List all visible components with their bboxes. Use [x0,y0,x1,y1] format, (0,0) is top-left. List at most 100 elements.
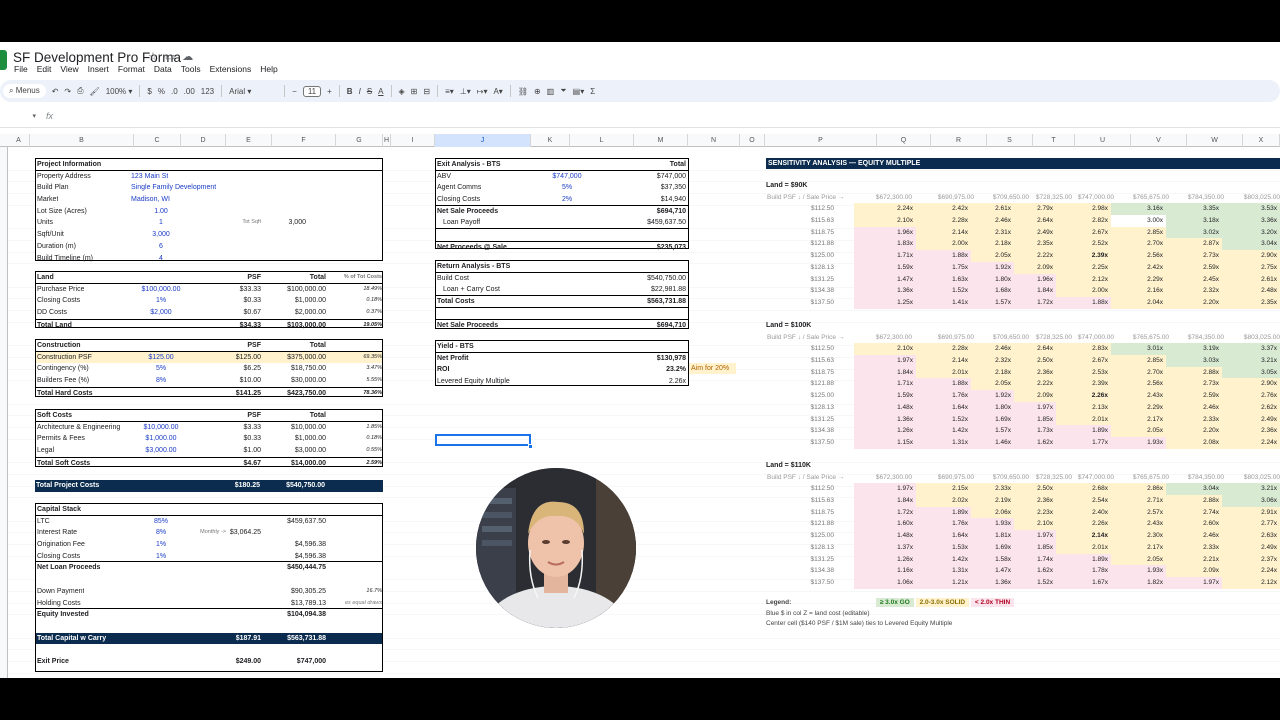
equity-multiple-cell[interactable]: 3.04x [1222,238,1280,251]
down-label[interactable]: Down Payment [37,586,84,598]
equity-multiple-cell[interactable]: 2.60x [1166,518,1222,531]
equity-multiple-cell[interactable]: 2.25x [1056,261,1111,274]
move-folder-icon[interactable]: ▭ [165,50,175,63]
equity-multiple-cell[interactable]: 2.28x [916,343,971,356]
selected-cell[interactable] [435,434,531,446]
project-label[interactable]: Lot Size (Acres) [37,206,87,218]
line-label[interactable]: Architecture & Engineering [37,422,120,434]
column-header-q[interactable]: Q [877,134,931,147]
line-input[interactable]: $125.00 [131,352,191,364]
menu-tools[interactable]: Tools [181,64,201,74]
equity-multiple-cell[interactable]: 2.33x [971,483,1014,496]
line-pct[interactable]: 1.85% [328,422,382,434]
project-value[interactable]: 6 [131,241,191,253]
strikethrough-icon[interactable]: S [367,87,372,96]
line-psf[interactable]: $1.00 [221,445,261,457]
roi-label[interactable]: ROI [437,364,449,376]
equity-multiple-cell[interactable]: 1.62x [1014,565,1056,577]
equity-multiple-cell[interactable]: 2.08x [1166,436,1222,449]
return-line-value[interactable]: $22,981.88 [586,284,686,296]
exit-total-header[interactable]: Total [586,159,686,171]
net-proceeds-value[interactable]: $235,073 [586,242,686,254]
equity-multiple-cell[interactable]: 2.12x [1222,576,1280,589]
equity-multiple-cell[interactable]: 2.04x [1111,296,1166,309]
line-psf[interactable]: $125.00 [221,352,261,364]
line-input[interactable]: $100,000.00 [131,284,191,296]
equity-multiple-cell[interactable]: 3.20x [1222,226,1280,239]
line-input[interactable]: $2,000 [131,307,191,319]
equity-multiple-cell[interactable]: 2.59x [1166,390,1222,402]
equity-multiple-cell[interactable]: 2.33x [1166,413,1222,426]
column-header-a[interactable]: A [8,134,30,147]
equity-multiple-cell[interactable]: 3.37x [1222,343,1280,356]
equity-multiple-cell[interactable]: 1.31x [916,565,971,577]
equity-multiple-cell[interactable]: 1.83x [854,238,916,251]
equity-multiple-cell[interactable]: 2.00x [916,238,971,251]
equity-multiple-cell[interactable]: 1.76x [916,518,971,531]
equity-multiple-cell[interactable]: 1.59x [854,261,916,274]
equity-multiple-cell[interactable]: 1.57x [971,425,1014,437]
exit-line-label[interactable]: ABV [437,171,451,183]
line-total[interactable]: $3,000.00 [266,445,326,457]
project-label[interactable]: Build Plan [37,182,69,194]
total-value[interactable]: $14,000.00 [266,458,326,470]
loan-payoff-value[interactable]: $459,637.50 [586,217,686,229]
line-pct[interactable]: 0.18% [328,433,382,445]
equity-multiple-cell[interactable]: 2.43x [1111,518,1166,531]
menu-insert[interactable]: Insert [88,64,109,74]
equity-multiple-cell[interactable]: 1.97x [854,483,916,496]
column-header-i[interactable]: I [391,134,435,147]
equity-multiple-cell[interactable]: 2.09x [1014,261,1056,274]
filter-icon[interactable]: ⏷ [560,86,566,96]
rate-input[interactable]: 8% [131,527,191,539]
borders-icon[interactable]: ⊞ [411,87,418,96]
equity-multiple-cell[interactable]: 2.14x [1056,530,1111,542]
equity-multiple-cell[interactable]: 1.36x [971,576,1014,589]
net-loan-label[interactable]: Net Loan Proceeds [37,562,100,574]
project-label[interactable]: Units [37,217,53,229]
equity-multiple-cell[interactable]: 3.19x [1166,343,1222,356]
line-input[interactable]: $1,000.00 [131,433,191,445]
equity-multiple-cell[interactable]: 2.85x [1111,355,1166,367]
project-label[interactable]: Property Address [37,171,91,183]
column-header-d[interactable]: D [181,134,226,147]
total-pct[interactable]: 19.05% [328,320,382,332]
equity-multiple-cell[interactable]: 2.29x [1111,273,1166,286]
line-input[interactable]: 1% [131,295,191,307]
equity-multiple-cell[interactable]: 1.42x [916,553,971,566]
equity-multiple-cell[interactable]: 1.58x [971,553,1014,566]
equity-multiple-cell[interactable]: 2.70x [1111,238,1166,251]
equity-multiple-cell[interactable]: 2.36x [1014,495,1056,507]
project-value[interactable]: 1 [131,217,191,229]
equity-multiple-cell[interactable]: 1.89x [916,506,971,519]
text-wrapping-icon[interactable]: ↦▾ [477,87,488,96]
line-pct[interactable]: 0.55% [328,445,382,457]
line-psf[interactable]: $10.00 [221,375,261,387]
equity-multiple-cell[interactable]: 2.64x [1014,215,1056,227]
equity-multiple-cell[interactable]: 2.59x [1166,261,1222,274]
equity-multiple-cell[interactable]: 1.88x [1056,296,1111,309]
equity-multiple-cell[interactable]: 1.89x [1056,553,1111,566]
menu-help[interactable]: Help [260,64,277,74]
paint-format-icon[interactable]: 🖌 [90,87,100,96]
equity-multiple-cell[interactable]: 1.97x [1014,530,1056,542]
equity-multiple-cell[interactable]: 1.60x [854,518,916,531]
project-label[interactable]: Sqft/Unit [37,229,64,241]
line-label[interactable]: Closing Costs [37,295,80,307]
equity-multiple-cell[interactable]: 3.21x [1222,355,1280,367]
project-value[interactable]: 123 Main St [131,171,168,183]
equity-multiple-cell[interactable]: 2.05x [1111,425,1166,437]
exit-price-psf[interactable]: $249.00 [221,656,261,668]
equity-multiple-cell[interactable]: 1.48x [854,530,916,542]
equity-multiple-cell[interactable]: 2.01x [916,366,971,379]
insert-link-icon[interactable]: ⛓ [518,87,528,96]
equity-multiple-cell[interactable]: 2.46x [971,215,1014,227]
equity-multiple-cell[interactable]: 2.24x [854,203,916,216]
equity-multiple-cell[interactable]: 1.72x [854,506,916,519]
line-pct[interactable]: 18.49% [328,284,382,296]
equity-multiple-cell[interactable]: 1.72x [1014,296,1056,309]
project-label[interactable]: Project Information [37,159,101,171]
insert-comment-icon[interactable]: ⊕ [534,87,541,96]
equity-multiple-cell[interactable]: 1.97x [1166,576,1222,589]
search-menus-button[interactable]: ⌕ Menus [3,84,46,98]
